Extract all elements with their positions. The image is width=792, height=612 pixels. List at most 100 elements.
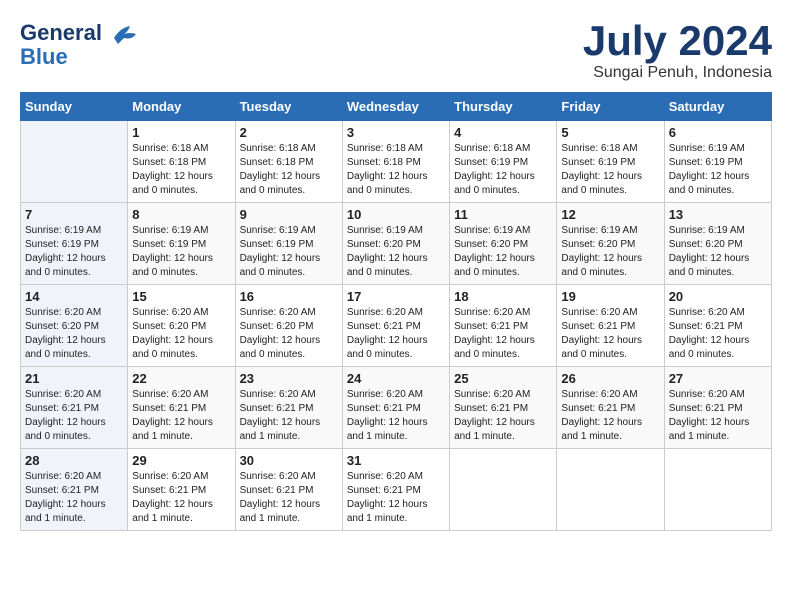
day-info: Sunrise: 6:20 AMSunset: 6:21 PMDaylight:…	[454, 306, 552, 362]
header-tuesday: Tuesday	[235, 93, 342, 121]
day-cell: 10Sunrise: 6:19 AMSunset: 6:20 PMDayligh…	[342, 203, 449, 285]
logo-bird-icon	[110, 20, 138, 48]
day-info: Sunrise: 6:19 AMSunset: 6:20 PMDaylight:…	[561, 224, 659, 280]
week-row-5: 28 Sunrise: 6:20 AMSunset: 6:21 PMDayligh…	[21, 449, 772, 531]
day-info: Sunrise: 6:20 AMSunset: 6:21 PMDaylight:…	[669, 388, 767, 444]
day-number: 10	[347, 207, 445, 222]
calendar-subtitle: Sungai Penuh, Indonesia	[583, 64, 772, 82]
header-friday: Friday	[557, 93, 664, 121]
day-info: Sunrise: 6:19 AMSunset: 6:20 PMDaylight:…	[669, 224, 767, 280]
day-cell: 29 Sunrise: 6:20 AMSunset: 6:21 PMDayligh…	[128, 449, 235, 531]
day-number: 13	[669, 207, 767, 222]
day-cell: 19 Sunrise: 6:20 AMSunset: 6:21 PMDayligh…	[557, 285, 664, 367]
header-row: SundayMondayTuesdayWednesdayThursdayFrid…	[21, 93, 772, 121]
day-cell: 13 Sunrise: 6:19 AMSunset: 6:20 PMDayligh…	[664, 203, 771, 285]
day-number: 19	[561, 289, 659, 304]
day-number: 15	[132, 289, 230, 304]
day-number: 30	[240, 453, 338, 468]
day-cell: 8 Sunrise: 6:19 AMSunset: 6:19 PMDaylight…	[128, 203, 235, 285]
day-number: 11	[454, 207, 552, 222]
day-number: 12	[561, 207, 659, 222]
day-cell: 7 Sunrise: 6:19 AMSunset: 6:19 PMDaylight…	[21, 203, 128, 285]
day-number: 5	[561, 125, 659, 140]
day-number: 14	[25, 289, 123, 304]
day-cell	[21, 121, 128, 203]
day-info: Sunrise: 6:18 AMSunset: 6:19 PMDaylight:…	[454, 142, 552, 198]
day-info: Sunrise: 6:20 AMSunset: 6:21 PMDaylight:…	[561, 388, 659, 444]
day-number: 3	[347, 125, 445, 140]
logo: General Blue	[20, 20, 138, 68]
day-cell: 27 Sunrise: 6:20 AMSunset: 6:21 PMDayligh…	[664, 367, 771, 449]
day-number: 27	[669, 371, 767, 386]
day-info: Sunrise: 6:18 AMSunset: 6:18 PMDaylight:…	[240, 142, 338, 198]
day-info: Sunrise: 6:20 AMSunset: 6:21 PMDaylight:…	[240, 388, 338, 444]
day-info: Sunrise: 6:18 AMSunset: 6:18 PMDaylight:…	[132, 142, 230, 198]
day-info: Sunrise: 6:20 AMSunset: 6:21 PMDaylight:…	[347, 306, 445, 362]
header-wednesday: Wednesday	[342, 93, 449, 121]
header-sunday: Sunday	[21, 93, 128, 121]
day-number: 31	[347, 453, 445, 468]
day-number: 25	[454, 371, 552, 386]
day-info: Sunrise: 6:19 AMSunset: 6:19 PMDaylight:…	[669, 142, 767, 198]
calendar-title: July 2024	[583, 20, 772, 62]
day-cell: 18 Sunrise: 6:20 AMSunset: 6:21 PMDayligh…	[450, 285, 557, 367]
day-info: Sunrise: 6:20 AMSunset: 6:21 PMDaylight:…	[240, 470, 338, 526]
day-info: Sunrise: 6:20 AMSunset: 6:21 PMDaylight:…	[132, 388, 230, 444]
day-cell: 6Sunrise: 6:19 AMSunset: 6:19 PMDaylight…	[664, 121, 771, 203]
day-cell: 30 Sunrise: 6:20 AMSunset: 6:21 PMDayligh…	[235, 449, 342, 531]
day-info: Sunrise: 6:19 AMSunset: 6:20 PMDaylight:…	[454, 224, 552, 280]
day-info: Sunrise: 6:20 AMSunset: 6:21 PMDaylight:…	[669, 306, 767, 362]
day-cell	[664, 449, 771, 531]
day-cell: 22 Sunrise: 6:20 AMSunset: 6:21 PMDayligh…	[128, 367, 235, 449]
day-cell: 15Sunrise: 6:20 AMSunset: 6:20 PMDayligh…	[128, 285, 235, 367]
day-cell: 3 Sunrise: 6:18 AMSunset: 6:18 PMDaylight…	[342, 121, 449, 203]
day-info: Sunrise: 6:19 AMSunset: 6:19 PMDaylight:…	[25, 224, 123, 280]
day-number: 29	[132, 453, 230, 468]
week-row-3: 14 Sunrise: 6:20 AMSunset: 6:20 PMDayligh…	[21, 285, 772, 367]
day-number: 7	[25, 207, 123, 222]
day-cell: 4 Sunrise: 6:18 AMSunset: 6:19 PMDaylight…	[450, 121, 557, 203]
day-info: Sunrise: 6:20 AMSunset: 6:21 PMDaylight:…	[454, 388, 552, 444]
day-number: 8	[132, 207, 230, 222]
day-number: 18	[454, 289, 552, 304]
day-number: 2	[240, 125, 338, 140]
day-number: 22	[132, 371, 230, 386]
day-cell	[450, 449, 557, 531]
day-cell	[557, 449, 664, 531]
day-cell: 5Sunrise: 6:18 AMSunset: 6:19 PMDaylight…	[557, 121, 664, 203]
day-info: Sunrise: 6:19 AMSunset: 6:19 PMDaylight:…	[240, 224, 338, 280]
day-cell: 26 Sunrise: 6:20 AMSunset: 6:21 PMDayligh…	[557, 367, 664, 449]
day-number: 21	[25, 371, 123, 386]
day-info: Sunrise: 6:20 AMSunset: 6:20 PMDaylight:…	[25, 306, 123, 362]
day-cell: 16 Sunrise: 6:20 AMSunset: 6:20 PMDayligh…	[235, 285, 342, 367]
header-monday: Monday	[128, 93, 235, 121]
day-info: Sunrise: 6:20 AMSunset: 6:21 PMDaylight:…	[561, 306, 659, 362]
day-cell: 20 Sunrise: 6:20 AMSunset: 6:21 PMDayligh…	[664, 285, 771, 367]
day-info: Sunrise: 6:18 AMSunset: 6:18 PMDaylight:…	[347, 142, 445, 198]
page-header: General Blue July 2024 Sungai Penuh, Ind…	[20, 20, 772, 82]
day-cell: 17Sunrise: 6:20 AMSunset: 6:21 PMDayligh…	[342, 285, 449, 367]
day-info: Sunrise: 6:20 AMSunset: 6:21 PMDaylight:…	[132, 470, 230, 526]
day-cell: 1Sunrise: 6:18 AMSunset: 6:18 PMDaylight…	[128, 121, 235, 203]
day-info: Sunrise: 6:20 AMSunset: 6:20 PMDaylight:…	[240, 306, 338, 362]
day-cell: 24Sunrise: 6:20 AMSunset: 6:21 PMDayligh…	[342, 367, 449, 449]
day-cell: 28Sunrise: 6:20 AMSunset: 6:21 PMDayligh…	[21, 449, 128, 531]
week-row-1: 1Sunrise: 6:18 AMSunset: 6:18 PMDaylight…	[21, 121, 772, 203]
day-cell: 2 Sunrise: 6:18 AMSunset: 6:18 PMDaylight…	[235, 121, 342, 203]
day-cell: 9Sunrise: 6:19 AMSunset: 6:19 PMDaylight…	[235, 203, 342, 285]
day-cell: 23Sunrise: 6:20 AMSunset: 6:21 PMDayligh…	[235, 367, 342, 449]
day-number: 16	[240, 289, 338, 304]
day-number: 20	[669, 289, 767, 304]
day-info: Sunrise: 6:20 AMSunset: 6:21 PMDaylight:…	[25, 388, 123, 444]
day-cell: 31 Sunrise: 6:20 AMSunset: 6:21 PMDayligh…	[342, 449, 449, 531]
day-info: Sunrise: 6:19 AMSunset: 6:19 PMDaylight:…	[132, 224, 230, 280]
day-cell: 21 Sunrise: 6:20 AMSunset: 6:21 PMDayligh…	[21, 367, 128, 449]
day-cell: 12 Sunrise: 6:19 AMSunset: 6:20 PMDayligh…	[557, 203, 664, 285]
day-number: 26	[561, 371, 659, 386]
day-number: 28	[25, 453, 123, 468]
header-thursday: Thursday	[450, 93, 557, 121]
title-block: July 2024 Sungai Penuh, Indonesia	[583, 20, 772, 82]
day-number: 24	[347, 371, 445, 386]
day-number: 4	[454, 125, 552, 140]
day-info: Sunrise: 6:20 AMSunset: 6:21 PMDaylight:…	[347, 470, 445, 526]
